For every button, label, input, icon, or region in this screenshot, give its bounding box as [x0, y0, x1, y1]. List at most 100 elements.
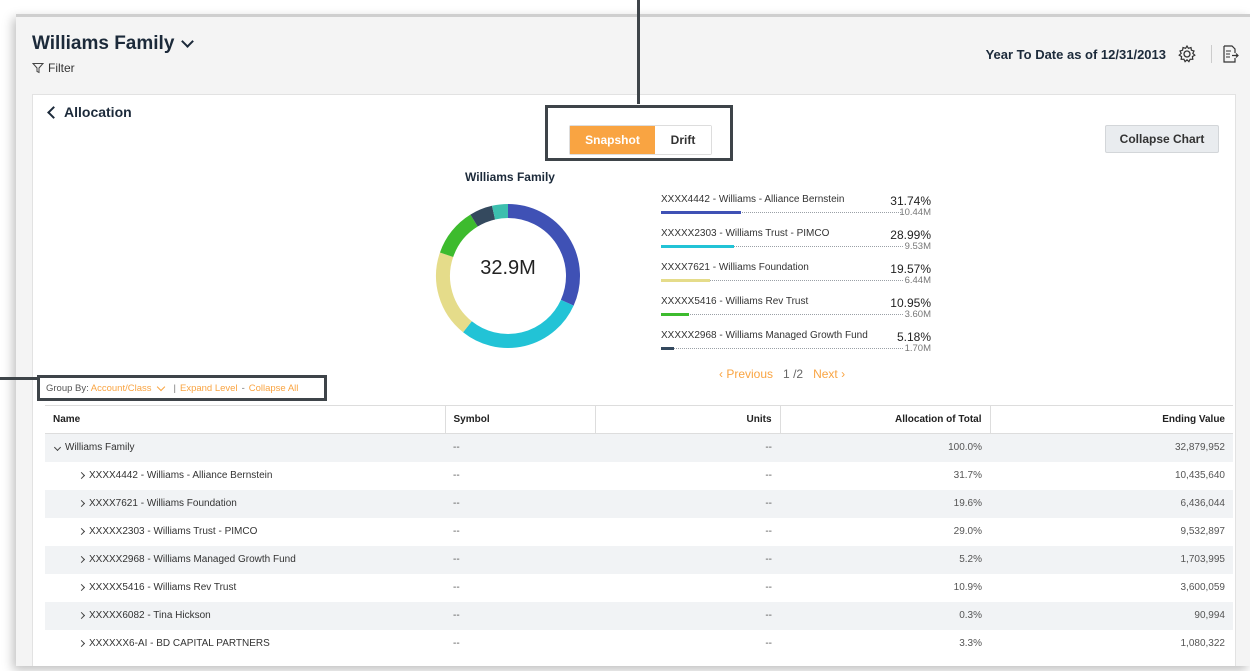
- current-page: 1: [783, 367, 790, 381]
- legend-percent: 28.99%: [890, 228, 931, 242]
- cell-name: XXXX7621 - Williams Foundation: [45, 489, 445, 518]
- chevron-right-icon[interactable]: [77, 611, 86, 620]
- cell-units: --: [595, 601, 780, 630]
- table-row[interactable]: XXXXX2968 - Williams Managed Growth Fund…: [45, 545, 1233, 574]
- back-button[interactable]: Allocation: [45, 104, 132, 120]
- chevron-right-icon[interactable]: [77, 583, 86, 592]
- table-row[interactable]: XXXX4442 - Williams - Alliance Bernstein…: [45, 462, 1233, 490]
- legend-bar: [661, 279, 710, 282]
- legend-value: 10.44M: [899, 207, 931, 218]
- cell-ending-value: 1,080,322: [1180, 638, 1226, 649]
- cell-name: XXXXX2968 - Williams Managed Growth Fund: [45, 545, 445, 574]
- donut-slice-4[interactable]: [470, 205, 496, 227]
- cell-ending-value: 32,879,952: [990, 433, 1233, 462]
- legend-item[interactable]: XXXX7621 - Williams Foundation 19.57% 6.44…: [661, 260, 961, 294]
- column-header-symbol[interactable]: Symbol: [444, 405, 595, 434]
- export-report-icon[interactable]: [1220, 44, 1240, 64]
- collapse-chart-button[interactable]: Collapse Chart: [1105, 125, 1219, 153]
- cell-ending-value: 90,994: [990, 601, 1233, 630]
- cell-units: --: [595, 489, 780, 518]
- table-row[interactable]: XXXXXX6-AI - BD CAPITAL PARTNERS -- -- 3.3%…: [45, 630, 1233, 658]
- household-title: Williams Family: [32, 33, 175, 54]
- next-page-button[interactable]: Next ›: [813, 367, 845, 381]
- allocation-card: Allocation Snapshot Drift Collapse Chart…: [32, 94, 1236, 666]
- cell-name: Williams Family: [45, 433, 445, 462]
- cell-units: --: [765, 526, 772, 537]
- legend-percent: 19.57%: [890, 262, 931, 276]
- group-by-label: Group By:: [46, 382, 89, 394]
- cell-allocation: 31.7%: [953, 470, 982, 481]
- snapshot-tab[interactable]: Snapshot: [570, 126, 655, 154]
- cell-ending-value: 9,532,897: [1180, 526, 1226, 537]
- allocation-table: Name Symbol Units Allocation of Total En…: [45, 405, 1233, 658]
- previous-page-button[interactable]: ‹ Previous: [719, 367, 773, 381]
- total-pages: 2: [796, 367, 804, 381]
- column-header-allocation[interactable]: Allocation of Total: [779, 405, 990, 434]
- cell-name: XXXXXX6-AI - BD CAPITAL PARTNERS: [45, 630, 445, 658]
- app-window: Williams Family Filter Year To Date as o…: [16, 14, 1250, 666]
- cell-name: XXXX4442 - Williams - Alliance Bernstein: [45, 462, 445, 490]
- expand-level-link[interactable]: Expand Level: [180, 383, 238, 394]
- chevron-left-icon: [47, 105, 60, 119]
- donut-slice-3[interactable]: [439, 214, 478, 258]
- legend-item[interactable]: XXXX4442 - Williams - Alliance Bernstein…: [661, 192, 961, 226]
- table-header-row: Name Symbol Units Allocation of Total En…: [45, 405, 1233, 434]
- table-row[interactable]: XXXXX6082 - Tina Hickson -- -- 0.3% 90,994: [45, 601, 1233, 630]
- previous-label: Previous: [726, 367, 774, 381]
- cell-symbol: --: [445, 489, 595, 518]
- table-row[interactable]: XXXX7621 - Williams Foundation -- -- 19.6% 6…: [45, 489, 1233, 518]
- chevron-right-icon[interactable]: [77, 555, 86, 564]
- chevron-down-icon[interactable]: [53, 444, 62, 452]
- row-name-text: XXXXX6082 - Tina Hickson: [89, 610, 211, 621]
- filter-button[interactable]: Filter: [32, 61, 75, 75]
- legend-percent: 5.18%: [896, 330, 931, 344]
- row-name-text: XXXXXX6-AI - BD CAPITAL PARTNERS: [89, 638, 270, 649]
- legend-item[interactable]: XXXXX5416 - Williams Rev Trust 10.95% 3.60…: [661, 294, 961, 328]
- legend-bar-track: [661, 348, 903, 349]
- screenshot-canvas: Williams Family Filter Year To Date as o…: [0, 0, 1250, 671]
- table-row[interactable]: XXXXX5416 - Williams Rev Trust -- -- 10.9% 3…: [45, 574, 1233, 602]
- chevron-down-icon[interactable]: [156, 382, 165, 391]
- chevron-right-icon[interactable]: [77, 471, 86, 480]
- column-header-ending-value[interactable]: Ending Value: [989, 405, 1233, 434]
- row-name-text: XXXX7621 - Williams Foundation: [89, 498, 237, 509]
- cell-symbol: --: [453, 638, 460, 649]
- legend-item[interactable]: XXXXX2303 - Williams Trust - PIMCO 28.99%…: [661, 226, 961, 260]
- legend-account-name: XXXX4442 - Williams - Alliance Bernstein: [661, 194, 845, 205]
- cell-ending-value: 6,436,044: [990, 489, 1233, 518]
- donut-slice-1[interactable]: [463, 299, 574, 348]
- cell-units: --: [765, 582, 772, 593]
- cell-allocation: 19.6%: [780, 489, 990, 518]
- toolbar-separator: |: [173, 382, 176, 394]
- cell-allocation: 5.2%: [780, 545, 990, 574]
- chevron-right-icon[interactable]: [77, 499, 86, 508]
- header-divider: [1211, 45, 1212, 63]
- chevron-right-icon[interactable]: [77, 527, 86, 536]
- legend-item[interactable]: XXXXX2968 - Williams Managed Growth Fund…: [661, 328, 961, 362]
- column-header-name[interactable]: Name: [45, 405, 445, 434]
- gear-icon[interactable]: [1177, 44, 1197, 64]
- group-by-dropdown[interactable]: Account/Class: [91, 383, 152, 394]
- collapse-all-link[interactable]: Collapse All: [249, 383, 299, 394]
- cell-units: --: [765, 638, 772, 649]
- cell-allocation: 100.0%: [780, 433, 990, 462]
- column-header-units[interactable]: Units: [594, 405, 780, 434]
- table-row[interactable]: XXXXX2303 - Williams Trust - PIMCO -- -- 29…: [45, 518, 1233, 546]
- cell-symbol: --: [453, 526, 460, 537]
- chevron-right-icon[interactable]: [77, 639, 86, 648]
- cell-units: --: [595, 433, 780, 462]
- chart-center-total: 32.9M: [480, 257, 536, 279]
- donut-slice-5[interactable]: [491, 204, 509, 220]
- cell-ending-value: 3,600,059: [1180, 582, 1226, 593]
- table-row[interactable]: Williams Family -- -- 100.0% 32,879,952: [45, 433, 1233, 462]
- group-by-toolbar: Group By: Account/Class | Expand Level -…: [37, 375, 327, 401]
- table-body: Williams Family -- -- 100.0% 32,879,952 XXXX4…: [45, 433, 1233, 658]
- household-selector[interactable]: Williams Family: [32, 33, 195, 55]
- row-name-text: Williams Family: [65, 442, 135, 454]
- drift-tab[interactable]: Drift: [655, 126, 711, 154]
- chart-legend: XXXX4442 - Williams - Alliance Bernstein…: [661, 192, 961, 362]
- filter-icon: [32, 63, 44, 74]
- cell-ending-value: 1,703,995: [990, 545, 1233, 574]
- legend-percent: 31.74%: [890, 194, 931, 208]
- cell-symbol: --: [453, 582, 460, 593]
